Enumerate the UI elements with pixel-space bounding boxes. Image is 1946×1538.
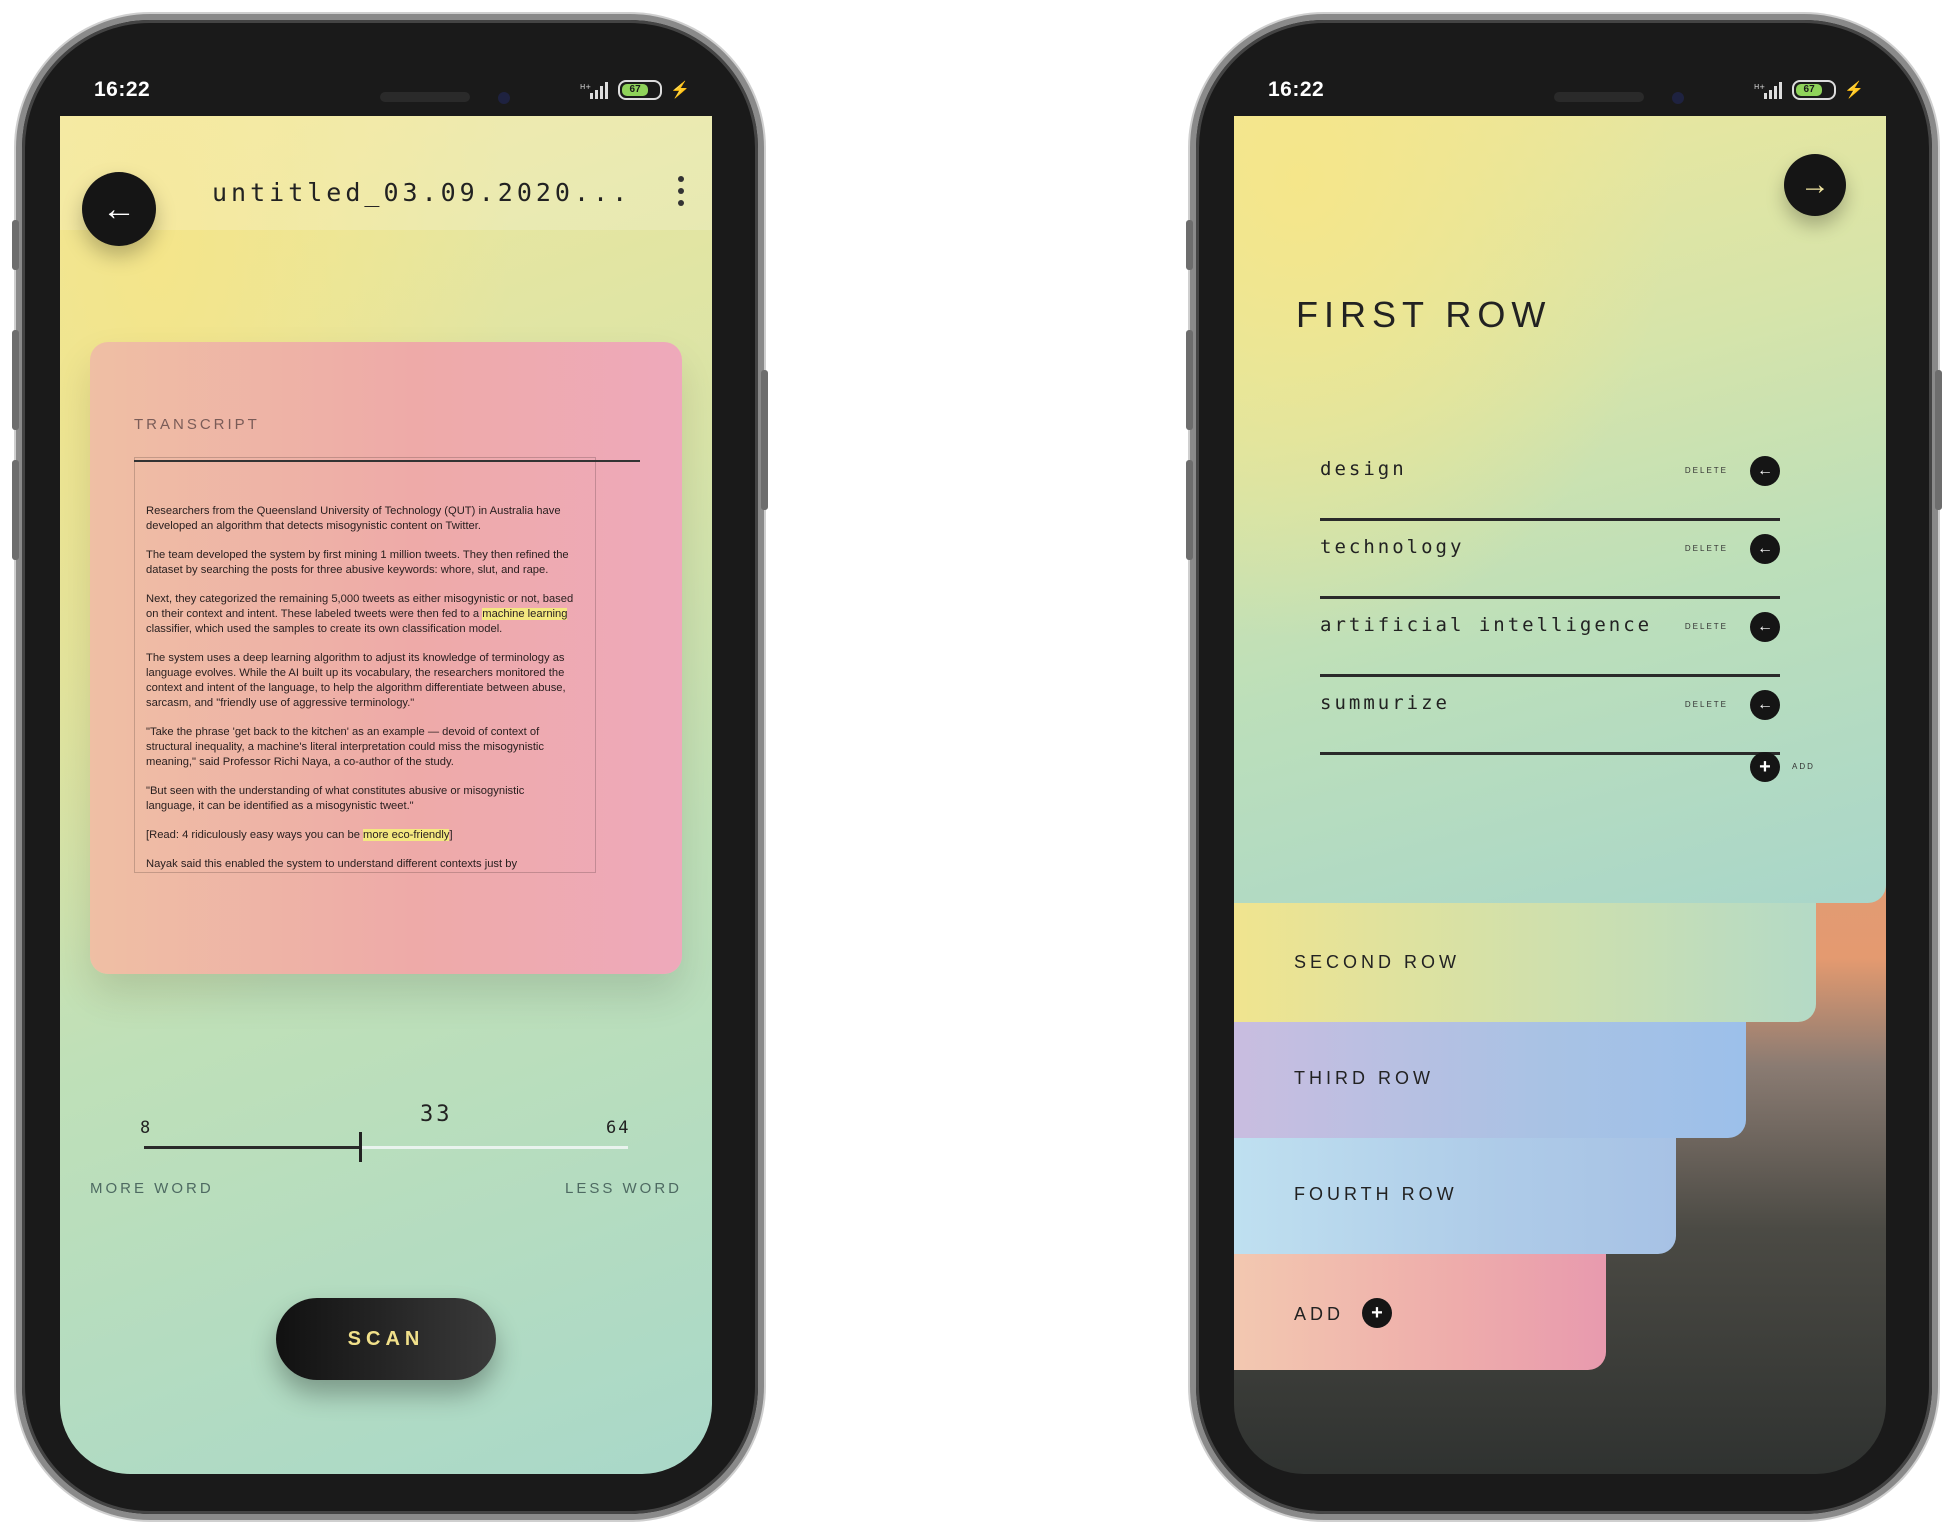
power-button (1935, 370, 1942, 510)
delete-label: DELETE (1684, 700, 1728, 709)
item-label: artificial intelligence (1320, 614, 1653, 636)
slider-handle[interactable] (358, 1132, 362, 1162)
list-item: technology DELETE ← (1320, 520, 1780, 599)
volume-down-button (1186, 460, 1193, 560)
volume-up-button (12, 330, 19, 430)
speaker (1554, 92, 1644, 102)
forward-button[interactable]: → (1784, 154, 1846, 216)
item-label: summurize (1320, 692, 1450, 714)
second-row-title: SECOND ROW (1294, 952, 1460, 972)
battery-icon: 67 (618, 80, 663, 100)
item-label: technology (1320, 536, 1465, 558)
status-bar: 16:22 H+ 67 ⚡ (1234, 58, 1894, 150)
list-item: artificial intelligence DELETE ← (1320, 598, 1780, 677)
paragraph: The system uses a deep learning algorith… (146, 652, 566, 709)
arrow-left-icon: ← (1757, 618, 1773, 635)
highlight[interactable]: more eco-friendly (363, 829, 450, 841)
transcript-card: TRANSCRIPT Researchers from the Queensla… (90, 342, 682, 974)
transcript-text[interactable]: Researchers from the Queensland Universi… (146, 504, 576, 886)
mute-switch (1186, 220, 1193, 270)
paragraph: [Read: 4 ridiculously easy ways you can … (146, 829, 453, 841)
slider-value: 33 (420, 1102, 453, 1127)
arrow-right-icon: → (1800, 168, 1830, 201)
signal-icon: H+ (580, 82, 609, 99)
transcript-label: TRANSCRIPT (134, 416, 260, 433)
top-bar (60, 116, 712, 230)
svg-text:H+: H+ (1754, 83, 1765, 91)
delete-button[interactable]: ← (1750, 534, 1780, 564)
volume-up-button (1186, 330, 1193, 430)
document-title[interactable]: untitled_03.09.2020... (212, 178, 631, 207)
arrow-left-icon: ← (1757, 540, 1773, 557)
highlight[interactable]: machine learning (482, 608, 568, 620)
arrow-left-icon: ← (1757, 462, 1773, 479)
add-row-label: ADD (1294, 1304, 1345, 1324)
divider (134, 460, 640, 462)
paragraph: Next, they categorized the remaining 5,0… (146, 593, 574, 635)
power-button (761, 370, 768, 510)
slider-max: 64 (606, 1118, 631, 1138)
battery-icon: 67 (1792, 80, 1837, 100)
arrow-left-icon: ← (102, 189, 136, 228)
front-camera (498, 92, 510, 104)
paragraph: The team developed the system by first m… (146, 549, 569, 576)
mute-switch (12, 220, 19, 270)
scan-button[interactable]: SCAN (276, 1298, 496, 1380)
delete-button[interactable]: ← (1750, 456, 1780, 486)
delete-label: DELETE (1684, 544, 1728, 553)
charging-icon: ⚡ (670, 82, 690, 99)
slider-min: 8 (140, 1118, 153, 1138)
word-slider[interactable] (144, 1132, 628, 1162)
paragraph: Researchers from the Queensland Universi… (146, 505, 561, 532)
kebab-icon[interactable] (678, 176, 686, 206)
status-icons: H+ 67 ⚡ (1754, 80, 1864, 100)
less-word-label: LESS WORD (564, 1180, 682, 1197)
list-item: design DELETE ← (1320, 442, 1780, 521)
paragraph: "Take the phrase 'get back to the kitche… (146, 726, 545, 768)
delete-button[interactable]: ← (1750, 612, 1780, 642)
screen-transcript: ← untitled_03.09.2020... TRANSCRIPT Rese… (60, 116, 712, 1474)
first-row-card: → FIRST ROW design DELETE ← technology D… (1234, 116, 1886, 903)
add-item-label: ADD (1792, 762, 1815, 771)
phone-right: 16:22 H+ 67 ⚡ → FIRST ROW design DELETE … (1186, 20, 1942, 1514)
phone-left: 16:22 H+ 67 ⚡ ← untitled_03.09.2020... T… (12, 20, 768, 1514)
plus-icon: + (1371, 1301, 1383, 1324)
delete-label: DELETE (1684, 622, 1728, 631)
speaker (380, 92, 470, 102)
list-item: summurize DELETE ← (1320, 676, 1780, 755)
first-row-title: FIRST ROW (1296, 294, 1552, 335)
status-icons: H+ 67 ⚡ (580, 80, 690, 100)
signal-icon: H+ (1754, 82, 1783, 99)
status-bar: 16:22 H+ 67 ⚡ (60, 58, 720, 150)
screen-rows: → FIRST ROW design DELETE ← technology D… (1234, 116, 1886, 1474)
item-label: design (1320, 458, 1407, 480)
volume-down-button (12, 460, 19, 560)
paragraph: Nayak said this enabled the system to un… (146, 858, 518, 870)
delete-label: DELETE (1684, 466, 1728, 475)
slider-fill (144, 1146, 360, 1149)
delete-button[interactable]: ← (1750, 690, 1780, 720)
fourth-row-title: FOURTH ROW (1294, 1184, 1458, 1204)
status-time: 16:22 (94, 78, 151, 101)
front-camera (1672, 92, 1684, 104)
svg-text:H+: H+ (580, 83, 591, 91)
add-item-button[interactable]: + (1750, 752, 1780, 782)
back-button[interactable]: ← (82, 172, 156, 246)
more-word-label: MORE WORD (90, 1180, 214, 1197)
plus-icon: + (1759, 755, 1771, 778)
charging-icon: ⚡ (1844, 82, 1864, 99)
add-row-button[interactable]: + (1362, 1298, 1392, 1328)
paragraph: "But seen with the understanding of what… (146, 785, 525, 812)
arrow-left-icon: ← (1757, 696, 1773, 713)
status-time: 16:22 (1268, 78, 1325, 101)
third-row-title: THIRD ROW (1294, 1068, 1434, 1088)
